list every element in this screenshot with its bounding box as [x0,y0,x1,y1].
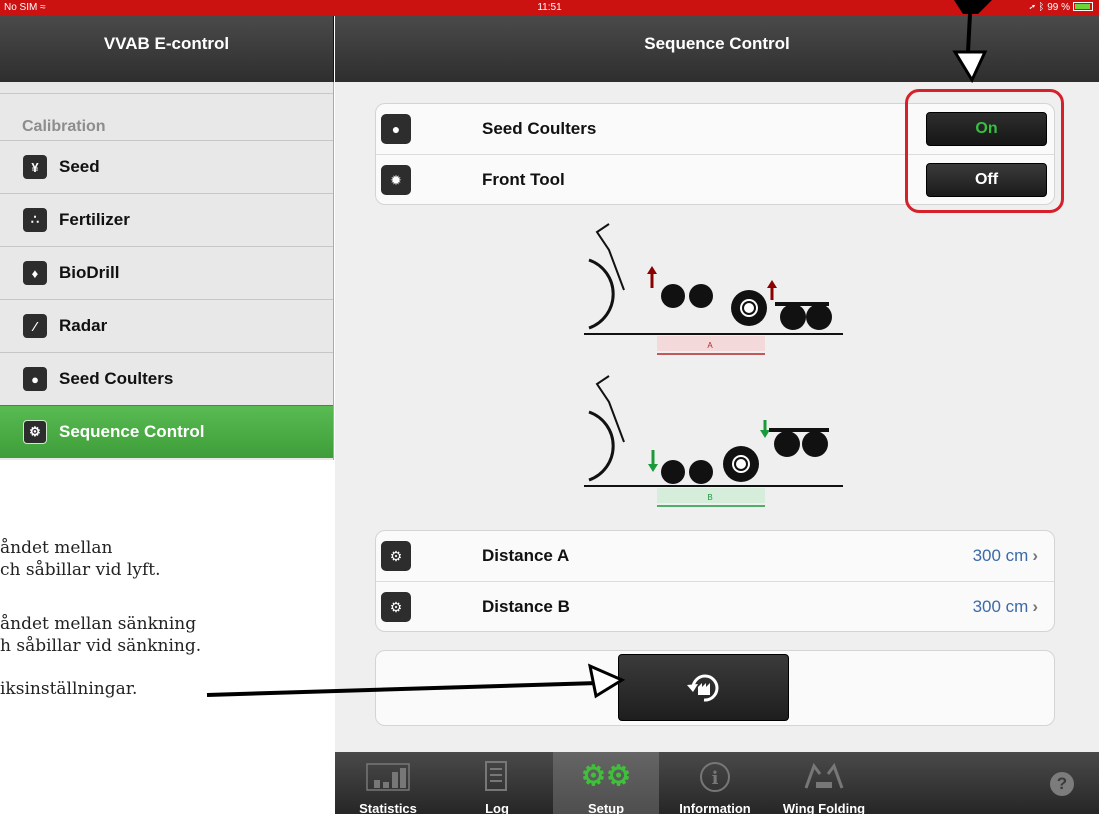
log-icon [485,761,507,791]
gears-icon: ⚙ [381,541,411,571]
annotation-text-2: åndet mellan sänkning h såbillar vid sän… [0,614,202,656]
biodrill-icon: ♦ [23,261,47,285]
sidebar-item-sequence-control[interactable]: ⚙ Sequence Control [0,405,333,458]
statistics-icon [366,763,410,791]
information-icon: i [700,762,730,792]
sidebar-item-label: Sequence Control [59,422,205,441]
distance-b-row[interactable]: ⚙ Distance B 300 cm › [376,581,1054,631]
sidebar-item-label: Fertilizer [59,210,130,229]
sidebar-item-seed-coulters[interactable]: ● Seed Coulters [0,352,333,405]
sidebar-item-fertilizer[interactable]: ∴ Fertilizer [0,193,333,246]
chevron-right-icon: › [1032,546,1038,565]
front-tool-icon: ✹ [381,165,411,195]
sidebar-item-label: BioDrill [59,263,120,282]
seed-coulters-label: Seed Coulters [482,119,597,138]
status-bar: No SIM ≈ 11:51 ➚ ᛒ 99 % [0,0,1099,16]
factory-reset-icon [686,674,718,702]
distance-b-label: Distance B [482,596,570,616]
sidebar-item-biodrill[interactable]: ♦ BioDrill [0,246,333,299]
seed-icon: ¥ [23,155,47,179]
distance-a-row[interactable]: ⚙ Distance A 300 cm › [376,531,1054,581]
page-title: Sequence Control [335,16,1099,82]
distance-group: ⚙ Distance A 300 cm › ⚙ Distance B 300 cm… [375,530,1055,632]
wing-folding-icon [804,762,844,789]
reset-group [375,650,1055,726]
lower-sequence-diagram: B [584,375,843,507]
tab-statistics[interactable]: Statistics [335,752,441,814]
lift-sequence-diagram: A [584,223,843,355]
svg-text:i: i [712,768,719,789]
seed-coulters-icon: ● [381,114,411,144]
reset-factory-settings-button[interactable] [618,654,789,721]
sidebar-item-seed[interactable]: ¥ Seed [0,140,333,193]
distance-a-value: 300 cm › [972,546,1038,565]
fertilizer-icon: ∴ [23,208,47,232]
annotation-text-1: åndet mellan ch såbillar vid lyft. [0,538,161,580]
gears-icon: ⚙ [381,592,411,622]
sidebar-item-label: Seed Coulters [59,369,174,388]
radar-icon: ⁄ [23,314,47,338]
gears-icon: ⚙ [23,420,47,444]
distance-b-value: 300 cm › [972,596,1038,616]
front-tool-label: Front Tool [482,169,565,189]
distance-b-label: B [707,493,712,502]
battery-icon [1073,2,1093,11]
section-header: Calibration [22,118,106,135]
tab-bar: Statistics Log ⚙⚙ Setup i Information Wi… [335,752,1099,814]
clock: 11:51 [537,2,562,13]
distance-a-label: A [707,341,713,350]
seed-coulters-icon: ● [23,367,47,391]
chevron-right-icon: › [1032,596,1038,616]
tab-setup[interactable]: ⚙⚙ Setup [553,752,659,814]
tab-log[interactable]: Log [444,752,550,814]
annotation-text-3: iksinställningar. [0,679,138,699]
setup-gears-icon: ⚙⚙ [580,760,632,791]
bluetooth-icon: ᛒ [1038,2,1045,13]
distance-a-label: Distance A [482,546,570,565]
battery-percent: 99 % [1047,2,1070,13]
help-button[interactable]: ? [1050,772,1074,796]
location-icon: ➚ [1029,2,1036,13]
tab-information[interactable]: i Information [662,752,768,814]
sidebar-item-label: Radar [59,316,108,335]
sidebar-item-radar[interactable]: ⁄ Radar [0,299,333,352]
status-right: ➚ ᛒ 99 % [1030,2,1093,13]
sidebar-item-label: Seed [59,157,100,176]
tab-wing-folding[interactable]: Wing Folding [771,752,877,814]
left-nav-title: VVAB E-control [0,16,334,82]
calibration-menu: Calibration ¥ Seed ∴ Fertilizer ♦ BioDri… [0,82,334,460]
toggle-highlight-frame [905,89,1064,213]
